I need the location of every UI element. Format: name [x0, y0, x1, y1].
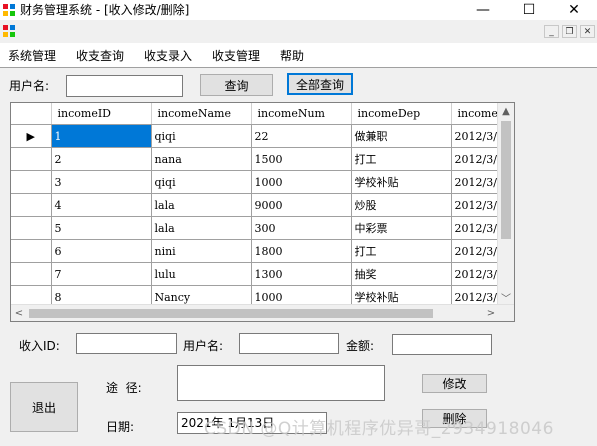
table-cell[interactable]: 做兼职: [351, 124, 452, 148]
table-cell[interactable]: lala: [151, 193, 252, 217]
table-cell[interactable]: 1: [51, 124, 152, 148]
column-header-income-name[interactable]: incomeName: [151, 103, 252, 125]
row-header[interactable]: [11, 193, 52, 217]
horizontal-scrollbar[interactable]: < >: [11, 304, 514, 321]
income-data-grid[interactable]: incomeID incomeName incomeNum incomeDep …: [10, 102, 515, 322]
table-cell[interactable]: 学校补贴: [351, 170, 452, 194]
watermark-text: CSDN @Q计算机程序优异哥_2934918046: [204, 419, 554, 439]
menu-entry[interactable]: 收支录入: [144, 47, 192, 64]
mdi-restore-button[interactable]: ❐: [562, 25, 577, 38]
current-row-indicator-icon[interactable]: ▶: [11, 124, 52, 148]
vertical-scrollbar[interactable]: ▲ ﹀: [497, 103, 514, 305]
search-username-input[interactable]: [66, 75, 183, 97]
table-row[interactable]: 2 nana 1500 打工 2012/3/2: [11, 147, 514, 171]
row-header[interactable]: [11, 170, 52, 194]
close-button[interactable]: ✕: [551, 0, 597, 20]
scroll-down-icon[interactable]: ﹀: [498, 289, 514, 305]
username-input[interactable]: [239, 333, 339, 354]
table-cell[interactable]: 1800: [251, 239, 352, 263]
table-cell[interactable]: 3: [51, 170, 152, 194]
table-row[interactable]: 6 nini 1800 打工 2012/3/2: [11, 239, 514, 263]
query-button[interactable]: 查询: [200, 74, 273, 96]
table-row[interactable]: 7 lulu 1300 抽奖 2012/3/2: [11, 262, 514, 286]
table-header-row: incomeID incomeName incomeNum incomeDep …: [11, 103, 514, 125]
scroll-up-icon[interactable]: ▲: [498, 103, 514, 119]
amount-label: 金额:: [346, 339, 375, 353]
table-cell[interactable]: 炒股: [351, 193, 452, 217]
table-row[interactable]: 3 qiqi 1000 学校补贴 2012/3/2: [11, 170, 514, 194]
scroll-left-icon[interactable]: <: [11, 305, 27, 321]
route-textarea[interactable]: [177, 365, 385, 401]
table-cell[interactable]: nana: [151, 147, 252, 171]
query-all-button[interactable]: 全部查询: [287, 73, 353, 95]
income-id-label: 收入ID:: [19, 339, 60, 353]
column-header-income-num[interactable]: incomeNum: [251, 103, 352, 125]
mdi-minimize-button[interactable]: _: [544, 25, 559, 38]
menu-query[interactable]: 收支查询: [76, 47, 124, 64]
search-username-label: 用户名:: [9, 79, 50, 93]
table-cell[interactable]: 6: [51, 239, 152, 263]
income-table: incomeID incomeName incomeNum incomeDep …: [11, 103, 514, 309]
table-row[interactable]: 5 lala 300 中彩票 2012/3/2: [11, 216, 514, 240]
table-cell[interactable]: 1500: [251, 147, 352, 171]
table-cell[interactable]: 2: [51, 147, 152, 171]
row-header[interactable]: [11, 262, 52, 286]
table-cell[interactable]: 中彩票: [351, 216, 452, 240]
table-row[interactable]: 4 lala 9000 炒股 2012/3/1: [11, 193, 514, 217]
amount-input[interactable]: [392, 334, 492, 355]
table-cell[interactable]: 9000: [251, 193, 352, 217]
vertical-scroll-thumb[interactable]: [501, 121, 511, 239]
table-cell[interactable]: 打工: [351, 147, 452, 171]
route-label: 途 径:: [106, 381, 142, 395]
table-cell[interactable]: lulu: [151, 262, 252, 286]
mdi-close-button[interactable]: ✕: [580, 25, 595, 38]
table-cell[interactable]: 抽奖: [351, 262, 452, 286]
date-label: 日期:: [106, 420, 135, 434]
table-cell[interactable]: nini: [151, 239, 252, 263]
corner-header[interactable]: [11, 103, 52, 125]
table-cell[interactable]: 1300: [251, 262, 352, 286]
table-cell[interactable]: 1000: [251, 170, 352, 194]
scroll-right-icon[interactable]: >: [483, 305, 499, 321]
table-cell[interactable]: 打工: [351, 239, 452, 263]
app-icon: [3, 4, 15, 16]
menu-system-management[interactable]: 系统管理: [8, 47, 56, 64]
mdi-bar: [0, 20, 597, 42]
table-cell[interactable]: 4: [51, 193, 152, 217]
table-cell[interactable]: lala: [151, 216, 252, 240]
table-cell[interactable]: 300: [251, 216, 352, 240]
window-title: 财务管理系统 - [收入修改/删除]: [20, 3, 190, 17]
table-row[interactable]: ▶ 1 qiqi 22 做兼职 2012/3/2: [11, 124, 514, 148]
exit-button[interactable]: 退出: [10, 382, 78, 432]
row-header[interactable]: [11, 147, 52, 171]
minimize-button[interactable]: —: [460, 0, 506, 20]
modify-button[interactable]: 修改: [422, 374, 487, 393]
username-label: 用户名:: [183, 339, 224, 353]
horizontal-scroll-thumb[interactable]: [29, 309, 433, 318]
menu-management[interactable]: 收支管理: [212, 47, 260, 64]
table-cell[interactable]: 7: [51, 262, 152, 286]
column-header-income-dep[interactable]: incomeDep: [351, 103, 452, 125]
table-cell[interactable]: qiqi: [151, 170, 252, 194]
mdi-child-icon[interactable]: [2, 24, 16, 38]
table-cell[interactable]: 22: [251, 124, 352, 148]
income-id-input[interactable]: [76, 333, 177, 354]
column-header-income-id[interactable]: incomeID: [51, 103, 152, 125]
row-header[interactable]: [11, 239, 52, 263]
menu-help[interactable]: 帮助: [280, 47, 304, 64]
table-cell[interactable]: qiqi: [151, 124, 252, 148]
maximize-button[interactable]: ☐: [506, 0, 552, 20]
row-header[interactable]: [11, 216, 52, 240]
table-cell[interactable]: 5: [51, 216, 152, 240]
